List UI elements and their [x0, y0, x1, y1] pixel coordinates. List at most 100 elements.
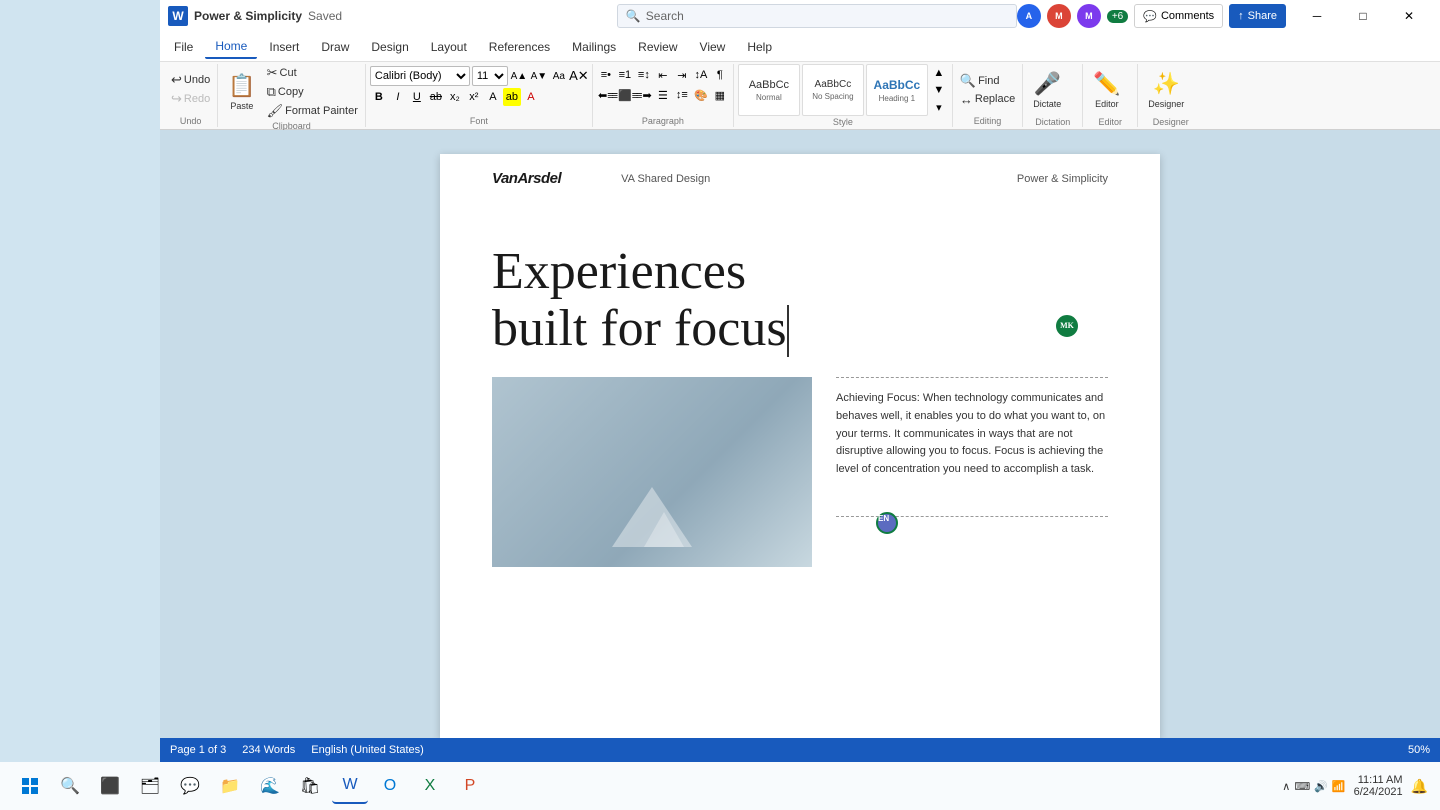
undo-group-label: Undo [168, 115, 213, 127]
taskbar-search-button[interactable]: 🔍 [52, 768, 88, 804]
taskbar-date-display: 6/24/2021 [1354, 786, 1403, 798]
maximize-button[interactable]: □ [1340, 0, 1386, 32]
align-center-button[interactable]: ≡⬛≡ [616, 86, 634, 104]
paste-button[interactable]: 📋 Paste [222, 66, 261, 118]
tab-insert[interactable]: Insert [259, 36, 309, 58]
line-spacing-button[interactable]: ↕≡ [673, 86, 691, 104]
tab-draw[interactable]: Draw [311, 36, 359, 58]
style-heading1[interactable]: AaBbCc Heading 1 [866, 64, 928, 116]
taskbar-clock[interactable]: 11:11 AM 6/24/2021 [1354, 774, 1403, 798]
ribbon-toolbar: ↩ Undo ↪ Redo Undo 📋 Paste [160, 62, 1440, 130]
style-up-button[interactable]: ▲ [930, 64, 948, 81]
subscript-button[interactable]: x₂ [446, 88, 464, 106]
font-group-label: Font [370, 115, 588, 127]
font-size-selector[interactable]: 11 [472, 66, 508, 86]
tab-view[interactable]: View [690, 36, 736, 58]
tab-references[interactable]: References [479, 36, 560, 58]
volume-icon[interactable]: 🔊 [1314, 780, 1328, 793]
font-selector[interactable]: Calibri (Body) [370, 66, 470, 86]
ribbon-group-font: Calibri (Body) 11 A▲ A▼ Aa A✕ B I U ab x… [366, 64, 593, 127]
style-no-spacing[interactable]: AaBbCc No Spacing [802, 64, 864, 116]
italic-button[interactable]: I [389, 88, 407, 106]
tab-home[interactable]: Home [205, 35, 257, 59]
tab-help[interactable]: Help [737, 36, 782, 58]
undo-button[interactable]: ↩ Undo [168, 71, 213, 89]
share-button[interactable]: ↑ Share [1229, 4, 1286, 28]
copy-button[interactable]: ⧉ Copy [264, 83, 361, 101]
notification-icon[interactable]: 🔔 [1411, 778, 1428, 795]
decrease-indent-button[interactable]: ⇤ [654, 66, 672, 84]
start-button[interactable] [12, 768, 48, 804]
bold-button[interactable]: B [370, 88, 388, 106]
underline-button[interactable]: U [408, 88, 426, 106]
chevron-up-icon[interactable]: ∧ [1282, 780, 1290, 793]
text-color-button[interactable]: A [522, 88, 540, 106]
superscript-button[interactable]: x² [465, 88, 483, 106]
tab-layout[interactable]: Layout [421, 36, 477, 58]
style-expand-button[interactable]: ▾ [930, 99, 948, 116]
taskbar: 🔍 ⬛ 🗂 💬 📁 🌊 🛍 W O X P ∧ ⌨ 🔊 📶 [0, 762, 1440, 810]
align-right-button[interactable]: ≡➡ [635, 86, 653, 104]
strikethrough-button[interactable]: ab [427, 88, 445, 106]
style-down-button[interactable]: ▼ [930, 81, 948, 98]
replace-button[interactable]: ↔ Replace [957, 91, 1018, 108]
taskbar-task-view[interactable]: ⬛ [92, 768, 128, 804]
sort-button[interactable]: ↕A [692, 66, 710, 84]
taskbar-store[interactable]: 🛍 [292, 768, 328, 804]
shrink-font-button[interactable]: A▼ [530, 67, 548, 85]
taskbar-widgets[interactable]: 🗂 [132, 768, 168, 804]
format-painter-button[interactable]: 🖌 Format Painter [264, 102, 361, 120]
numbered-list-button[interactable]: ≡1 [616, 66, 634, 84]
taskbar-chat[interactable]: 💬 [172, 768, 208, 804]
change-case-button[interactable]: Aa [550, 67, 568, 85]
highlight-button[interactable]: ab [503, 88, 521, 106]
shading-button[interactable]: 🎨 [692, 86, 710, 104]
taskbar-excel[interactable]: X [412, 768, 448, 804]
close-button[interactable]: ✕ [1386, 0, 1432, 32]
word-icon: W [168, 6, 188, 26]
tab-design[interactable]: Design [361, 36, 418, 58]
powerpoint-icon: P [465, 777, 476, 795]
bullet-list-button[interactable]: ≡• [597, 66, 615, 84]
taskbar-outlook[interactable]: O [372, 768, 408, 804]
network-icon[interactable]: 📶 [1332, 780, 1346, 793]
page-image [492, 377, 812, 567]
comments-button[interactable]: 💬 Comments [1134, 4, 1223, 28]
dictate-button[interactable]: 🎤 Dictate [1027, 64, 1067, 116]
font-color-button[interactable]: A [484, 88, 502, 106]
ribbon-group-editor: ✏️ Editor Editor [1083, 64, 1138, 127]
search-bar[interactable]: 🔍 Search [617, 4, 1017, 28]
window-controls: ─ □ ✕ [1294, 0, 1432, 32]
taskbar-word[interactable]: W [332, 768, 368, 804]
borders-button[interactable]: ▦ [711, 86, 729, 104]
language: English (United States) [311, 744, 424, 756]
taskbar-powerpoint[interactable]: P [452, 768, 488, 804]
grow-font-button[interactable]: A▲ [510, 67, 528, 85]
editor-button[interactable]: ✏️ Editor [1087, 64, 1126, 116]
dictate-icon: 🎤 [1034, 71, 1061, 97]
show-marks-button[interactable]: ¶ [711, 66, 729, 84]
ribbon-group-style: AaBbCc Normal AaBbCc No Spacing AaBbCc H… [734, 64, 953, 127]
multilevel-list-button[interactable]: ≡↕ [635, 66, 653, 84]
taskbar-edge[interactable]: 🌊 [252, 768, 288, 804]
taskbar-file-manager[interactable]: 📁 [212, 768, 248, 804]
task-view-icon: ⬛ [100, 776, 120, 796]
minimize-button[interactable]: ─ [1294, 0, 1340, 32]
left-background [0, 0, 160, 810]
tab-file[interactable]: File [164, 36, 203, 58]
page-body-text[interactable]: Achieving Focus: When technology communi… [836, 390, 1108, 478]
designer-button[interactable]: ✨ Designer [1142, 64, 1190, 116]
cut-button[interactable]: ✂ Cut [264, 64, 361, 82]
designer-icon: ✨ [1153, 71, 1180, 97]
tab-review[interactable]: Review [628, 36, 687, 58]
redo-button[interactable]: ↪ Redo [168, 90, 213, 108]
keyboard-icon: ⌨ [1294, 780, 1310, 793]
page-main-title[interactable]: Experiencesbuilt for focus MK [492, 243, 1108, 357]
tab-mailings[interactable]: Mailings [562, 36, 626, 58]
find-button[interactable]: 🔍 Find [957, 72, 1018, 90]
justify-button[interactable]: ☰ [654, 86, 672, 104]
style-normal[interactable]: AaBbCc Normal [738, 64, 800, 116]
clear-format-button[interactable]: A✕ [570, 67, 588, 85]
increase-indent-button[interactable]: ⇥ [673, 66, 691, 84]
ribbon-group-clipboard: 📋 Paste ✂ Cut ⧉ Copy 🖌 Format Painter [218, 64, 366, 127]
